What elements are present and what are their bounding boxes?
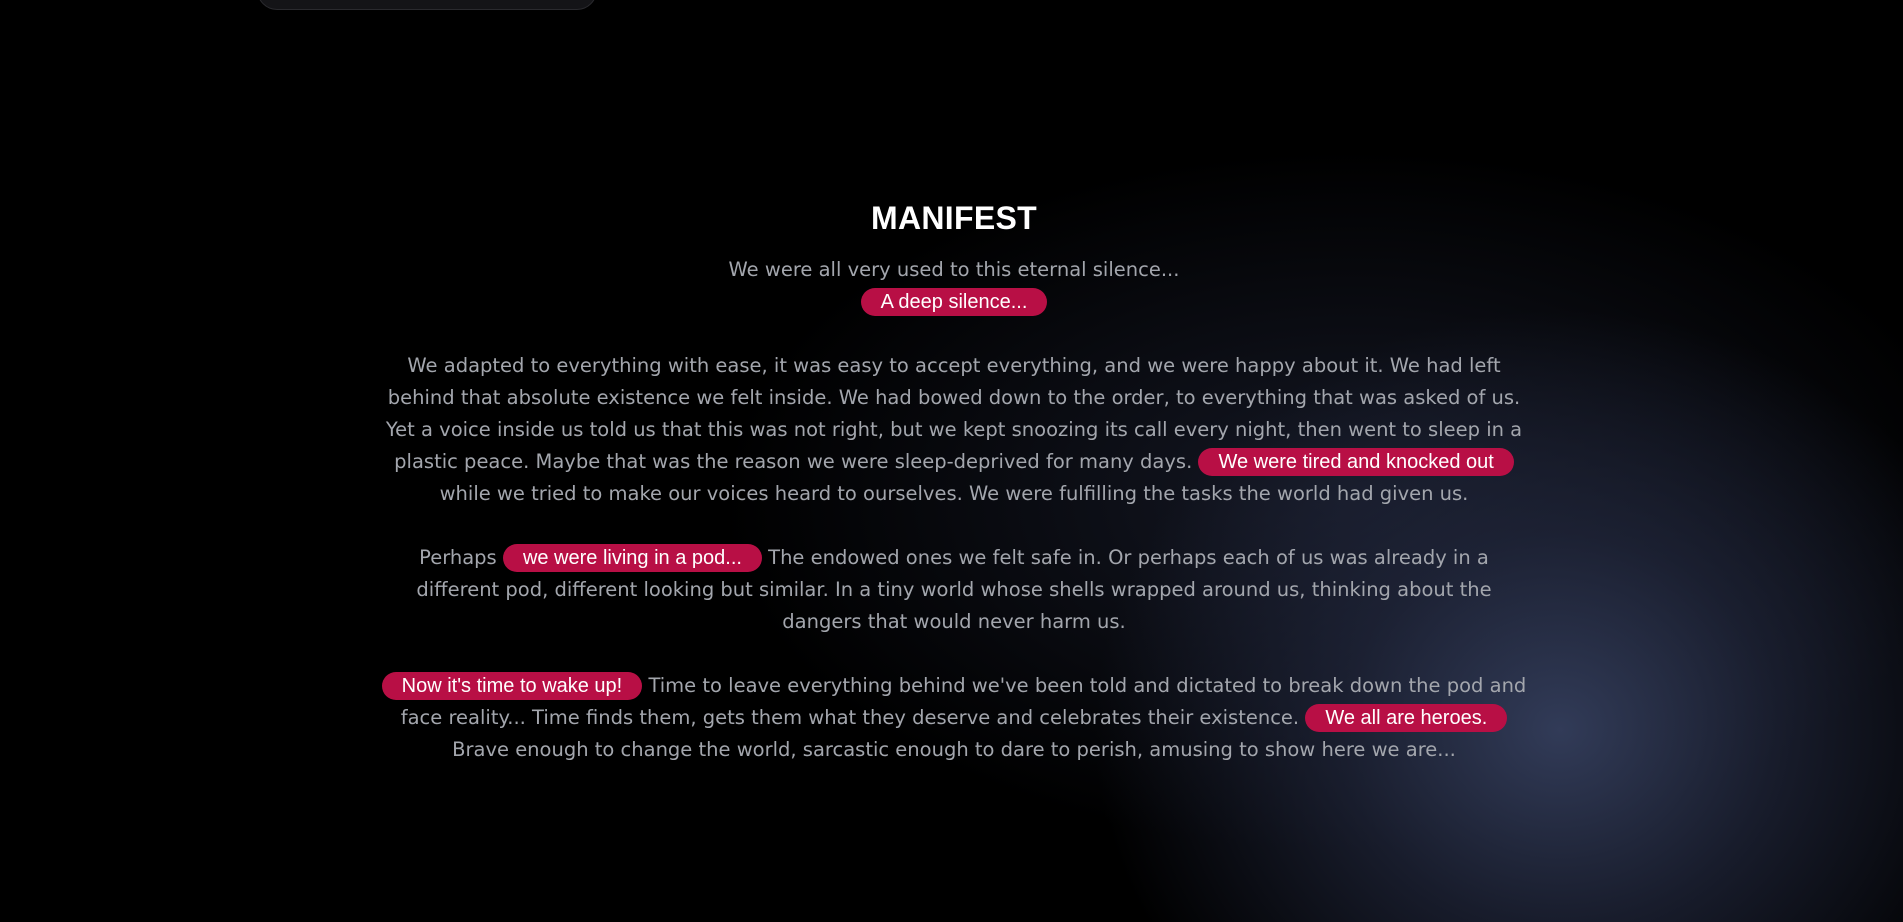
manifest-intro: We were all very used to this eternal si… xyxy=(380,254,1528,318)
paragraph-3-highlight-badge: Now it's time to wake up! xyxy=(381,672,643,700)
intro-text: We were all very used to this eternal si… xyxy=(728,258,1180,281)
paragraph-3-second-highlight-badge: We all are heroes. xyxy=(1305,704,1508,732)
manifest-paragraph-2: Perhaps we were living in a pod... The e… xyxy=(380,542,1528,638)
paragraph-2-before-text: Perhaps xyxy=(419,546,497,569)
intro-highlight-badge: A deep silence... xyxy=(860,288,1048,316)
paragraph-3-after-text: Brave enough to change the world, sarcas… xyxy=(452,738,1456,761)
manifest-section: MANIFEST We were all very used to this e… xyxy=(380,196,1528,766)
paragraph-1-after-text: while we tried to make our voices heard … xyxy=(439,482,1469,505)
manifest-paragraph-1: We adapted to everything with ease, it w… xyxy=(380,350,1528,510)
top-nav-pill xyxy=(257,0,597,10)
manifest-title: MANIFEST xyxy=(871,200,1037,236)
paragraph-2-highlight-badge: we were living in a pod... xyxy=(502,544,762,572)
paragraph-1-highlight-badge: We were tired and knocked out xyxy=(1198,448,1514,476)
manifest-paragraph-3: Now it's time to wake up! Time to leave … xyxy=(380,670,1528,766)
